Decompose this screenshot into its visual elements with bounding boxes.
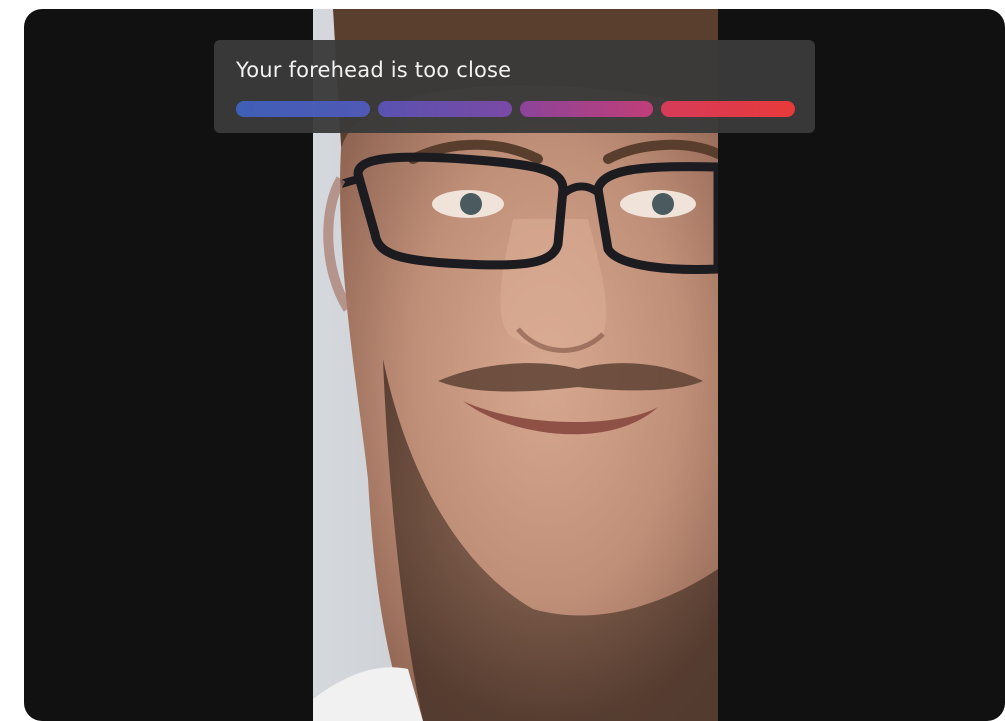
progress-segment-1 [236,101,370,117]
feedback-panel: Your forehead is too close [214,40,815,133]
progress-segment-4 [661,101,795,117]
feedback-message: Your forehead is too close [236,58,512,82]
progress-segment-2 [377,101,512,117]
camera-frame: Your forehead is too close [24,9,1005,721]
progress-segment-3 [519,101,654,117]
progress-bar [236,101,795,117]
